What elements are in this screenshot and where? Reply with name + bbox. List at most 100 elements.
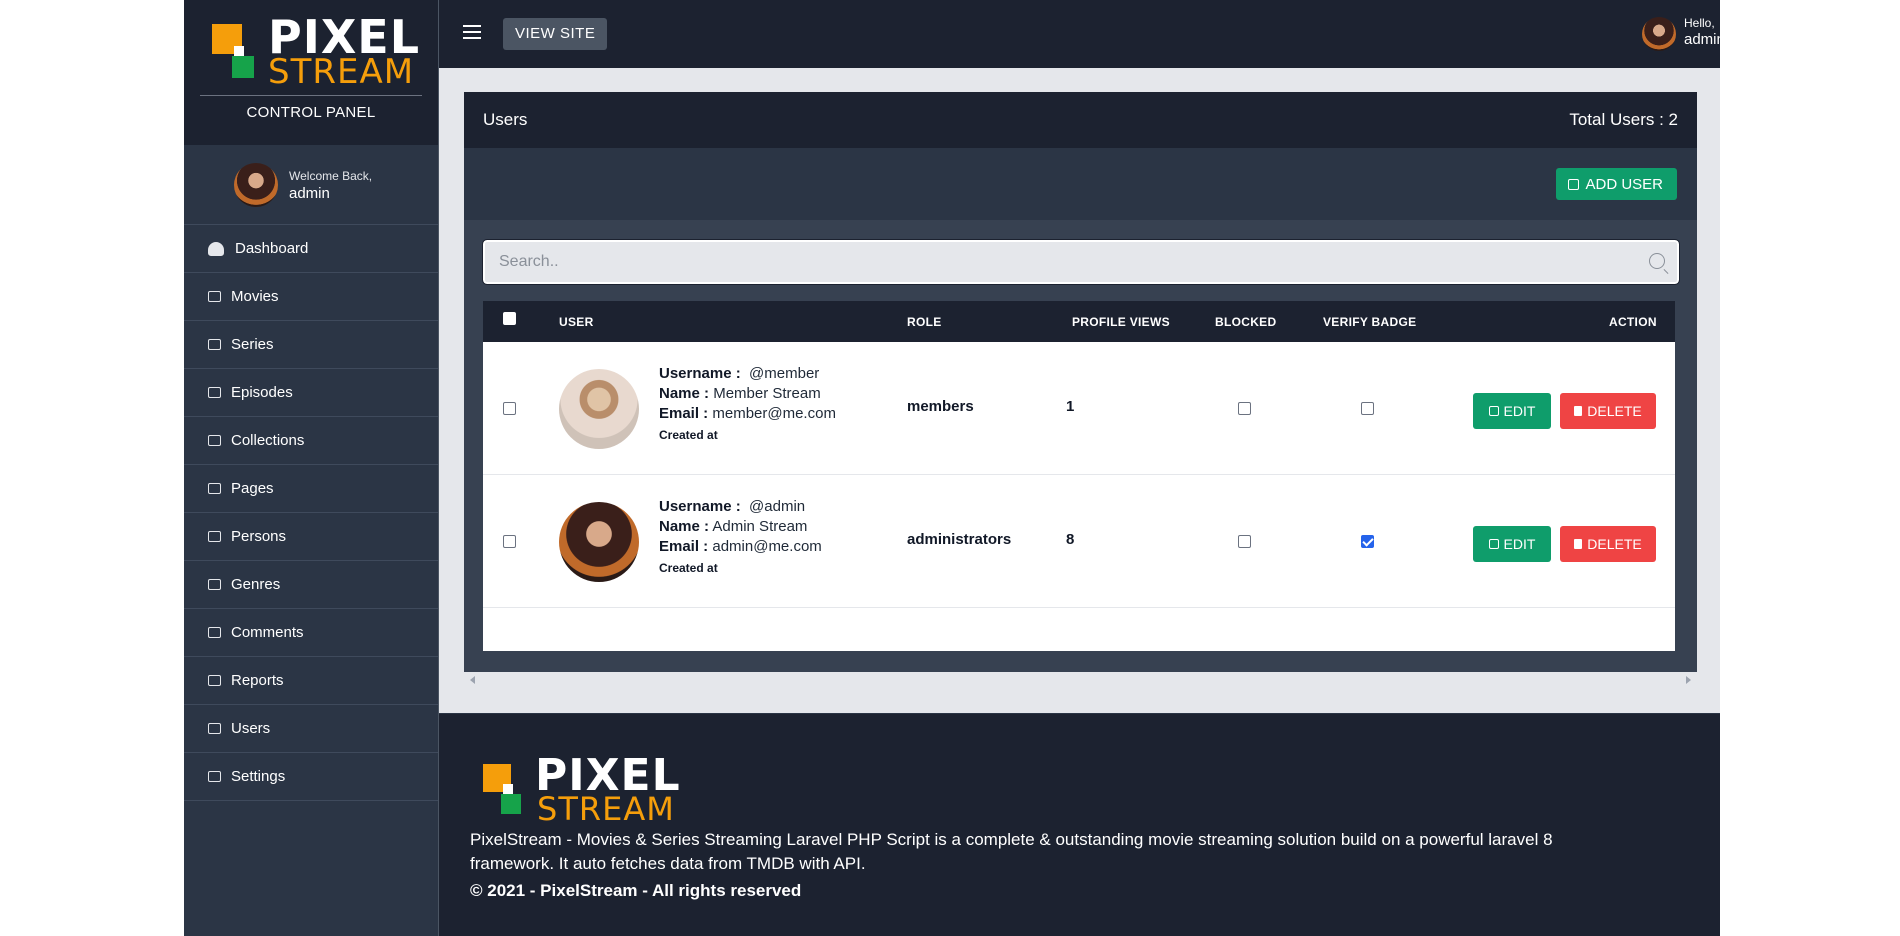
dashboard-icon bbox=[208, 241, 224, 256]
genres-icon bbox=[208, 579, 221, 590]
view-site-button[interactable]: VIEW SITE bbox=[503, 18, 608, 50]
sidebar-item-label: Settings bbox=[231, 768, 286, 785]
search-box bbox=[482, 239, 1680, 285]
avatar[interactable] bbox=[1642, 17, 1676, 51]
name-label: Name : bbox=[659, 518, 710, 535]
sidebar-item-label: Persons bbox=[231, 528, 287, 545]
delete-button[interactable]: DELETE bbox=[1560, 393, 1656, 429]
sidebar-item-label: Series bbox=[231, 336, 274, 353]
hello-label: Hello, bbox=[1684, 16, 1715, 30]
verify-badge-checkbox[interactable] bbox=[1361, 535, 1374, 548]
card-header: Users Total Users : 2 bbox=[464, 92, 1697, 148]
app-frame: PIXEL STREAM CONTROL PANEL Welcome Back,… bbox=[184, 0, 1725, 936]
sidebar-item-comments[interactable]: Comments bbox=[184, 609, 438, 657]
pixelstream-logo[interactable]: PIXEL STREAM bbox=[483, 750, 683, 828]
film-icon bbox=[208, 387, 221, 398]
card-body: USER ROLE PROFILE VIEWS BLOCKED VERIFY B… bbox=[464, 220, 1697, 672]
role-value: members bbox=[907, 398, 974, 415]
column-user: USER bbox=[559, 315, 594, 329]
created-at-label: Created at bbox=[659, 561, 718, 575]
logo-square-white bbox=[234, 46, 244, 56]
delete-button[interactable]: DELETE bbox=[1560, 526, 1656, 562]
pixelstream-logo[interactable]: PIXEL STREAM bbox=[212, 10, 419, 92]
add-icon bbox=[1568, 178, 1580, 190]
user-greeting[interactable]: Hello, admin bbox=[1684, 16, 1725, 48]
card-actions: ADD USER bbox=[464, 148, 1697, 220]
welcome-text: Welcome Back, admin bbox=[289, 169, 372, 202]
search-input[interactable] bbox=[485, 242, 1677, 282]
table-header: USER ROLE PROFILE VIEWS BLOCKED VERIFY B… bbox=[483, 301, 1675, 342]
add-user-label: ADD USER bbox=[1585, 175, 1663, 193]
sidebar-item-label: Pages bbox=[231, 480, 274, 497]
sidebar-item-series[interactable]: Series bbox=[184, 321, 438, 369]
sidebar-item-label: Collections bbox=[231, 432, 305, 449]
footer-copyright: © 2021 - PixelStream - All rights reserv… bbox=[470, 881, 802, 900]
column-profile-views: PROFILE VIEWS bbox=[1072, 315, 1170, 329]
sidebar-item-label: Comments bbox=[231, 624, 304, 641]
edit-button[interactable]: EDIT bbox=[1473, 393, 1551, 429]
table-row: Username : @admin Name : Admin Stream Em… bbox=[483, 475, 1675, 608]
logo-square-white bbox=[503, 784, 513, 794]
logo-text-stream: STREAM bbox=[537, 790, 675, 828]
sidebar-item-dashboard[interactable]: Dashboard bbox=[184, 225, 438, 273]
sidebar-item-genres[interactable]: Genres bbox=[184, 561, 438, 609]
delete-label: DELETE bbox=[1587, 403, 1642, 419]
row-select-checkbox[interactable] bbox=[503, 402, 516, 415]
sidebar-item-persons[interactable]: Persons bbox=[184, 513, 438, 561]
username-value: @admin bbox=[749, 498, 806, 515]
scroll-right-icon[interactable] bbox=[1686, 676, 1691, 684]
total-users-count: Total Users : 2 bbox=[1569, 110, 1678, 129]
blocked-checkbox[interactable] bbox=[1238, 535, 1251, 548]
gear-icon bbox=[208, 771, 221, 782]
users-card: Users Total Users : 2 ADD USER USER ROLE… bbox=[464, 92, 1697, 672]
footer: PIXEL STREAM PixelStream - Movies & Seri… bbox=[439, 713, 1720, 936]
logo-text-stream: STREAM bbox=[268, 52, 415, 92]
topbar: VIEW SITE Hello, admin bbox=[439, 0, 1725, 68]
sidebar-item-label: Genres bbox=[231, 576, 281, 593]
column-verify-badge: VERIFY BADGE bbox=[1323, 315, 1417, 329]
select-all-checkbox[interactable] bbox=[503, 312, 516, 325]
film-icon bbox=[208, 291, 221, 302]
column-action: ACTION bbox=[1609, 315, 1657, 329]
folder-icon bbox=[208, 435, 221, 446]
profile-views-value: 8 bbox=[1066, 531, 1075, 548]
edit-button[interactable]: EDIT bbox=[1473, 526, 1551, 562]
delete-label: DELETE bbox=[1587, 536, 1642, 552]
control-panel-label: CONTROL PANEL bbox=[246, 104, 376, 121]
email-value: admin@me.com bbox=[712, 538, 822, 555]
name-value: Member Stream bbox=[713, 385, 821, 402]
sidebar-item-reports[interactable]: Reports bbox=[184, 657, 438, 705]
row-select-checkbox[interactable] bbox=[503, 535, 516, 548]
blocked-checkbox[interactable] bbox=[1238, 402, 1251, 415]
edit-label: EDIT bbox=[1503, 403, 1536, 419]
sidebar-nav: Dashboard Movies Series Episodes Collect… bbox=[184, 225, 438, 801]
sidebar-item-users[interactable]: Users bbox=[184, 705, 438, 753]
column-role: ROLE bbox=[907, 315, 942, 329]
sidebar-item-label: Episodes bbox=[231, 384, 293, 401]
verify-badge-checkbox[interactable] bbox=[1361, 402, 1374, 415]
avatar bbox=[234, 163, 278, 207]
trash-icon bbox=[1574, 406, 1583, 416]
username-label: Username : bbox=[659, 365, 741, 382]
welcome-username: admin bbox=[289, 185, 330, 202]
sidebar-item-collections[interactable]: Collections bbox=[184, 417, 438, 465]
trash-icon bbox=[1574, 539, 1583, 549]
user-info: Username : @admin Name : Admin Stream Em… bbox=[659, 497, 822, 575]
horizontal-scrollbar[interactable] bbox=[464, 673, 1697, 687]
sidebar-item-movies[interactable]: Movies bbox=[184, 273, 438, 321]
profile-views-value: 1 bbox=[1066, 398, 1075, 415]
add-user-button[interactable]: ADD USER bbox=[1556, 168, 1677, 200]
menu-toggle-icon[interactable] bbox=[463, 25, 481, 39]
sidebar-item-pages[interactable]: Pages bbox=[184, 465, 438, 513]
persons-icon bbox=[208, 531, 221, 542]
email-value: member@me.com bbox=[712, 405, 836, 422]
welcome-greeting: Welcome Back, bbox=[289, 169, 373, 183]
sidebar-item-settings[interactable]: Settings bbox=[184, 753, 438, 801]
sidebar-item-label: Users bbox=[231, 720, 271, 737]
scroll-left-icon[interactable] bbox=[470, 676, 475, 684]
search-icon[interactable] bbox=[1649, 253, 1665, 269]
logo-square-green bbox=[232, 56, 254, 78]
sidebar-item-episodes[interactable]: Episodes bbox=[184, 369, 438, 417]
sidebar-item-label: Dashboard bbox=[235, 240, 309, 257]
sidebar: PIXEL STREAM CONTROL PANEL Welcome Back,… bbox=[184, 0, 439, 936]
